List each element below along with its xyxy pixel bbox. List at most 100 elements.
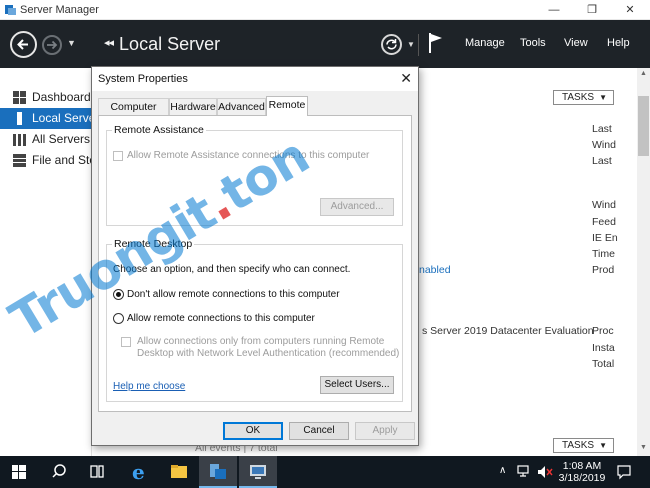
vertical-scrollbar[interactable]: ▲ ▼: [637, 68, 650, 456]
help-me-choose-link[interactable]: Help me choose: [113, 381, 185, 392]
refresh-dropdown-icon[interactable]: ▼: [407, 40, 415, 49]
menu-tools[interactable]: Tools: [520, 37, 546, 49]
nla-label-line1: Allow connections only from computers ru…: [137, 336, 385, 347]
apply-button[interactable]: Apply: [355, 422, 415, 440]
menu-view[interactable]: View: [564, 37, 588, 49]
menu-manage[interactable]: Manage: [465, 37, 505, 49]
tab-computer-name[interactable]: Computer Name: [98, 98, 169, 129]
allow-remote-assistance-checkbox[interactable]: [113, 151, 123, 161]
close-window-button[interactable]: ✕: [612, 0, 648, 20]
cancel-button[interactable]: Cancel: [289, 422, 349, 440]
local-server-icon: [17, 112, 22, 125]
advanced-button[interactable]: Advanced...: [320, 198, 394, 216]
property-label: Prod: [592, 264, 615, 276]
sidebar-item-all-servers[interactable]: All Servers: [0, 129, 92, 150]
allow-remote-radio[interactable]: [113, 313, 124, 324]
remote-desktop-prompt: Choose an option, and then specify who c…: [113, 264, 351, 275]
remote-desktop-status-link[interactable]: nabled: [419, 264, 451, 276]
property-label: Wind: [592, 199, 616, 211]
scroll-down-icon[interactable]: ▼: [640, 444, 647, 451]
allow-remote-label[interactable]: Allow remote connections to this compute…: [127, 313, 315, 324]
window-title: Server Manager: [20, 4, 99, 16]
nla-label-line2: Desktop with Network Level Authenticatio…: [137, 348, 400, 359]
group-label: Remote Desktop: [112, 238, 195, 250]
property-label: Wind: [592, 139, 616, 151]
taskbar: e ∧ 1:08 AM 3/18/2019: [0, 456, 650, 488]
server-manager-app-icon: [4, 3, 17, 19]
events-tasks-dropdown[interactable]: TASKS ▼: [553, 438, 614, 453]
property-label: Last: [592, 123, 612, 135]
file-explorer-icon: [171, 465, 187, 478]
start-button[interactable]: [0, 456, 38, 488]
minimize-button[interactable]: —: [536, 0, 572, 20]
windows-logo-icon: [12, 465, 26, 479]
search-button[interactable]: [40, 456, 78, 488]
nla-checkbox[interactable]: [121, 337, 131, 347]
clock[interactable]: 1:08 AM 3/18/2019: [556, 460, 608, 484]
volume-muted-icon[interactable]: [537, 465, 553, 479]
property-label: Proc: [592, 325, 614, 337]
notifications-flag-icon[interactable]: [428, 32, 444, 57]
task-view-button[interactable]: [78, 456, 116, 488]
remote-assistance-group: Remote Assistance Allow Remote Assistanc…: [106, 124, 403, 226]
header-separator: [418, 34, 419, 56]
sidebar-item-local-server[interactable]: Local Server: [0, 108, 92, 129]
taskbar-server-manager[interactable]: [199, 456, 237, 488]
server-manager-header: ▼ ◂◂ Local Server ▼ Manage Tools View Hel…: [0, 20, 650, 68]
breadcrumb: ◂◂ Local Server: [104, 34, 220, 55]
sidebar-item-label: Local Server: [32, 111, 92, 125]
menu-help[interactable]: Help: [607, 37, 630, 49]
window-title-bar: Server Manager — ❐ ✕: [0, 0, 650, 20]
sidebar-item-label: All Servers: [32, 132, 91, 146]
sidebar: Dashboard Local Server All Servers File …: [0, 68, 92, 456]
refresh-icon: [386, 39, 397, 50]
tab-advanced[interactable]: Advanced: [217, 98, 266, 115]
taskbar-file-explorer[interactable]: [160, 456, 198, 488]
action-center-icon[interactable]: [616, 464, 632, 480]
back-button[interactable]: [10, 31, 37, 58]
sidebar-item-file-storage[interactable]: File and Storage Services: [0, 150, 92, 171]
forward-button[interactable]: [42, 35, 62, 55]
chevron-down-icon: ▼: [599, 93, 607, 102]
tab-hardware[interactable]: Hardware: [169, 98, 217, 115]
remote-desktop-group: Remote Desktop Choose an option, and the…: [106, 238, 403, 402]
select-users-button[interactable]: Select Users...: [320, 376, 394, 394]
dialog-title-bar: System Properties ✕: [92, 67, 418, 91]
close-icon[interactable]: ✕: [400, 70, 412, 87]
refresh-button[interactable]: [381, 34, 402, 55]
internet-explorer-icon: e: [132, 460, 145, 484]
ok-button[interactable]: OK: [223, 422, 283, 440]
arrow-left-icon: [17, 39, 28, 50]
taskbar-system-properties[interactable]: [239, 456, 277, 488]
breadcrumb-current: Local Server: [119, 34, 221, 54]
search-icon: [52, 464, 66, 478]
maximize-button[interactable]: ❐: [574, 0, 610, 20]
history-dropdown-icon[interactable]: ▼: [67, 38, 76, 48]
show-hidden-icons-icon[interactable]: ∧: [499, 465, 506, 476]
scroll-up-icon[interactable]: ▲: [640, 70, 647, 77]
remote-tab-panel: Remote Assistance Allow Remote Assistanc…: [98, 115, 412, 412]
scrollbar-thumb[interactable]: [638, 96, 649, 156]
system-properties-icon: [250, 465, 266, 479]
allow-remote-assistance-label: Allow Remote Assistance connections to t…: [127, 150, 370, 161]
dont-allow-remote-radio[interactable]: [113, 289, 124, 300]
clock-date: 3/18/2019: [558, 472, 606, 484]
arrow-right-icon: [47, 40, 58, 50]
breadcrumb-chevrons-icon: ◂◂: [104, 37, 114, 49]
network-icon[interactable]: [517, 465, 533, 479]
taskbar-internet-explorer[interactable]: e: [121, 456, 159, 488]
property-label: Insta: [592, 342, 615, 354]
tab-remote[interactable]: Remote: [266, 96, 308, 116]
dont-allow-remote-label[interactable]: Don't allow remote connections to this c…: [127, 289, 340, 300]
storage-icon: [13, 154, 26, 167]
sidebar-item-dashboard[interactable]: Dashboard: [0, 87, 92, 108]
property-label: Total: [592, 358, 615, 370]
tasks-label: TASKS: [562, 440, 595, 451]
property-label: IE En: [592, 232, 618, 244]
property-label: Time: [592, 248, 615, 260]
clock-time: 1:08 AM: [562, 460, 602, 472]
property-label: Feed: [592, 216, 616, 228]
svg-text:e: e: [132, 460, 145, 484]
group-label: Remote Assistance: [112, 124, 206, 136]
properties-tasks-dropdown[interactable]: TASKS ▼: [553, 90, 614, 105]
